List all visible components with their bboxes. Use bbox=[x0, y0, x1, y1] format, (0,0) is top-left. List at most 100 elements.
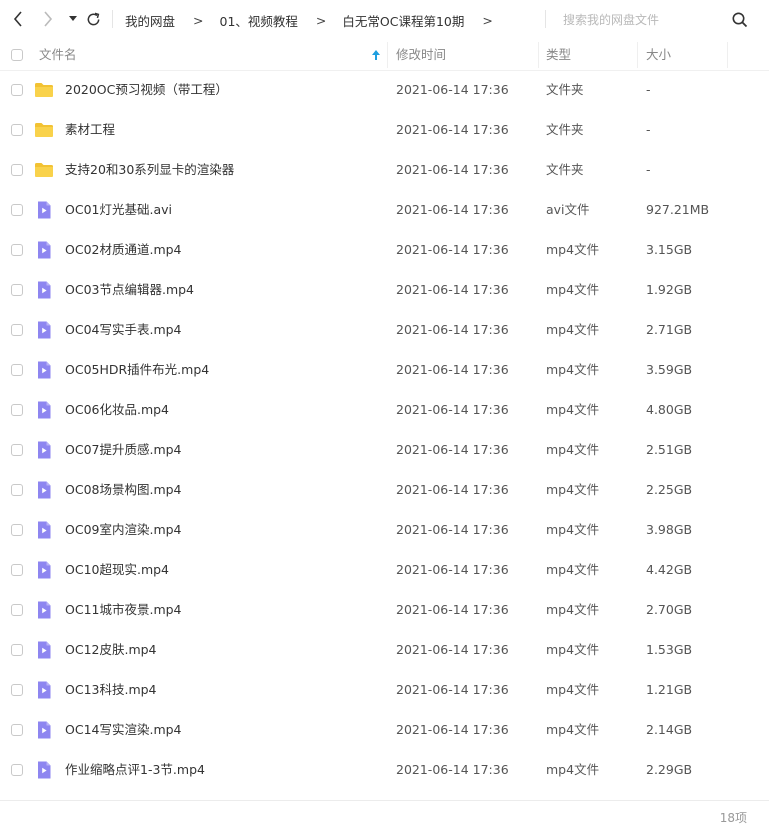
file-row[interactable]: OC03节点编辑器.mp4 2021-06-14 17:36 mp4文件 1.92GB bbox=[0, 270, 769, 310]
file-name[interactable]: OC09室内渲染.mp4 bbox=[65, 510, 182, 550]
file-row[interactable]: OC14写实渲染.mp4 2021-06-14 17:36 mp4文件 2.14GB bbox=[0, 710, 769, 750]
file-name[interactable]: OC11城市夜景.mp4 bbox=[65, 590, 182, 630]
file-name[interactable]: OC02材质通道.mp4 bbox=[65, 230, 182, 270]
caret-down-icon bbox=[69, 16, 77, 21]
file-modified-time: 2021-06-14 17:36 bbox=[396, 362, 509, 377]
file-name[interactable]: 2020OC预习视频（带工程） bbox=[65, 70, 228, 110]
breadcrumb-separator: > bbox=[315, 12, 327, 28]
file-size: 4.42GB bbox=[646, 562, 693, 577]
row-checkbox[interactable] bbox=[11, 164, 23, 176]
breadcrumb-item-root[interactable]: 我的网盘 bbox=[125, 11, 175, 30]
file-row[interactable]: OC06化妆品.mp4 2021-06-14 17:36 mp4文件 4.80GB bbox=[0, 390, 769, 430]
file-modified-time: 2021-06-14 17:36 bbox=[396, 442, 509, 457]
file-row[interactable]: OC10超现实.mp4 2021-06-14 17:36 mp4文件 4.42GB bbox=[0, 550, 769, 590]
file-name[interactable]: OC04写实手表.mp4 bbox=[65, 310, 182, 350]
row-checkbox[interactable] bbox=[11, 604, 23, 616]
file-type: mp4文件 bbox=[546, 762, 600, 777]
folder-icon bbox=[34, 80, 54, 100]
file-size: - bbox=[646, 122, 651, 137]
file-row[interactable]: 支持20和30系列显卡的渲染器 2021-06-14 17:36 文件夹 - bbox=[0, 150, 769, 190]
column-header-modified[interactable]: 修改时间 bbox=[396, 40, 446, 70]
row-checkbox[interactable] bbox=[11, 244, 23, 256]
row-checkbox[interactable] bbox=[11, 484, 23, 496]
forward-button[interactable] bbox=[39, 10, 57, 28]
file-name[interactable]: OC07提升质感.mp4 bbox=[65, 430, 182, 470]
row-checkbox[interactable] bbox=[11, 84, 23, 96]
file-row[interactable]: OC13科技.mp4 2021-06-14 17:36 mp4文件 1.21GB bbox=[0, 670, 769, 710]
row-checkbox[interactable] bbox=[11, 444, 23, 456]
file-row[interactable]: 素材工程 2021-06-14 17:36 文件夹 - bbox=[0, 110, 769, 150]
breadcrumb-separator: > bbox=[193, 12, 204, 28]
file-name[interactable]: OC10超现实.mp4 bbox=[65, 550, 169, 590]
refresh-button[interactable] bbox=[84, 10, 102, 28]
row-checkbox[interactable] bbox=[11, 644, 23, 656]
column-header-size[interactable]: 大小 bbox=[646, 40, 671, 70]
row-checkbox[interactable] bbox=[11, 764, 23, 776]
file-name[interactable]: OC06化妆品.mp4 bbox=[65, 390, 169, 430]
file-modified-time: 2021-06-14 17:36 bbox=[396, 282, 509, 297]
file-type: mp4文件 bbox=[546, 642, 600, 657]
file-name[interactable]: OC12皮肤.mp4 bbox=[65, 630, 157, 670]
file-type: 文件夹 bbox=[546, 82, 584, 97]
file-row[interactable]: OC12皮肤.mp4 2021-06-14 17:36 mp4文件 1.53GB bbox=[0, 630, 769, 670]
breadcrumb-separator: > bbox=[482, 12, 493, 28]
status-bar: 18项 bbox=[0, 800, 769, 836]
file-type: mp4文件 bbox=[546, 402, 600, 417]
file-name[interactable]: 支持20和30系列显卡的渲染器 bbox=[65, 150, 234, 190]
row-checkbox[interactable] bbox=[11, 364, 23, 376]
file-row[interactable]: OC09室内渲染.mp4 2021-06-14 17:36 mp4文件 3.98GB bbox=[0, 510, 769, 550]
file-name[interactable]: OC14写实渲染.mp4 bbox=[65, 710, 182, 750]
search-input[interactable] bbox=[563, 8, 723, 32]
file-row[interactable]: OC11城市夜景.mp4 2021-06-14 17:36 mp4文件 2.70GB bbox=[0, 590, 769, 630]
file-row[interactable]: OC05HDR插件布光.mp4 2021-06-14 17:36 mp4文件 3.59… bbox=[0, 350, 769, 390]
file-size: 2.14GB bbox=[646, 722, 693, 737]
select-all-checkbox[interactable] bbox=[11, 49, 23, 61]
file-row[interactable]: 作业缩略点评1-3节.mp4 2021-06-14 17:36 mp4文件 2.29G… bbox=[0, 750, 769, 790]
row-checkbox[interactable] bbox=[11, 724, 23, 736]
file-type: avi文件 bbox=[546, 202, 590, 217]
file-name[interactable]: OC01灯光基础.avi bbox=[65, 190, 172, 230]
toolbar: 我的网盘 > 01、视频教程 > 白无常OC课程第10期 > bbox=[0, 0, 769, 40]
file-size: 2.25GB bbox=[646, 482, 693, 497]
refresh-icon bbox=[87, 12, 99, 25]
file-name[interactable]: OC03节点编辑器.mp4 bbox=[65, 270, 194, 310]
row-checkbox[interactable] bbox=[11, 284, 23, 296]
file-name[interactable]: 作业缩略点评1-3节.mp4 bbox=[65, 750, 205, 790]
column-header-name[interactable]: 文件名 bbox=[39, 40, 77, 70]
file-type: mp4文件 bbox=[546, 242, 600, 257]
column-divider bbox=[727, 42, 728, 68]
file-name[interactable]: OC13科技.mp4 bbox=[65, 670, 157, 710]
row-checkbox[interactable] bbox=[11, 324, 23, 336]
chevron-left-icon bbox=[13, 11, 22, 27]
file-list: 2020OC预习视频（带工程） 2021-06-14 17:36 文件夹 - 素材工程 2… bbox=[0, 70, 769, 790]
file-row[interactable]: OC04写实手表.mp4 2021-06-14 17:36 mp4文件 2.71GB bbox=[0, 310, 769, 350]
file-row[interactable]: OC07提升质感.mp4 2021-06-14 17:36 mp4文件 2.51GB bbox=[0, 430, 769, 470]
file-type: mp4文件 bbox=[546, 522, 600, 537]
file-row[interactable]: 2020OC预习视频（带工程） 2021-06-14 17:36 文件夹 - bbox=[0, 70, 769, 110]
column-header-type[interactable]: 类型 bbox=[546, 40, 571, 70]
row-checkbox[interactable] bbox=[11, 564, 23, 576]
row-checkbox[interactable] bbox=[11, 684, 23, 696]
back-button[interactable] bbox=[9, 10, 27, 28]
arrow-up-icon[interactable] bbox=[371, 49, 381, 61]
file-modified-time: 2021-06-14 17:36 bbox=[396, 82, 509, 97]
breadcrumb-item-current-folder[interactable]: 白无常OC课程第10期 bbox=[342, 11, 464, 30]
file-row[interactable]: OC01灯光基础.avi 2021-06-14 17:36 avi文件 927.21M… bbox=[0, 190, 769, 230]
history-dropdown-button[interactable] bbox=[64, 10, 82, 28]
file-size: 1.53GB bbox=[646, 642, 693, 657]
file-name[interactable]: OC08场景构图.mp4 bbox=[65, 470, 182, 510]
file-row[interactable]: OC02材质通道.mp4 2021-06-14 17:36 mp4文件 3.15GB bbox=[0, 230, 769, 270]
file-size: 927.21MB bbox=[646, 202, 710, 217]
file-name[interactable]: 素材工程 bbox=[65, 110, 115, 150]
row-checkbox[interactable] bbox=[11, 124, 23, 136]
row-checkbox[interactable] bbox=[11, 404, 23, 416]
file-name[interactable]: OC05HDR插件布光.mp4 bbox=[65, 350, 209, 390]
video-file-icon bbox=[34, 640, 54, 660]
file-size: 3.98GB bbox=[646, 522, 693, 537]
row-checkbox[interactable] bbox=[11, 204, 23, 216]
row-checkbox[interactable] bbox=[11, 524, 23, 536]
breadcrumb-item-video-tutorials[interactable]: 01、视频教程 bbox=[220, 11, 298, 30]
search-icon[interactable] bbox=[731, 11, 749, 29]
file-type: 文件夹 bbox=[546, 162, 584, 177]
file-row[interactable]: OC08场景构图.mp4 2021-06-14 17:36 mp4文件 2.25GB bbox=[0, 470, 769, 510]
